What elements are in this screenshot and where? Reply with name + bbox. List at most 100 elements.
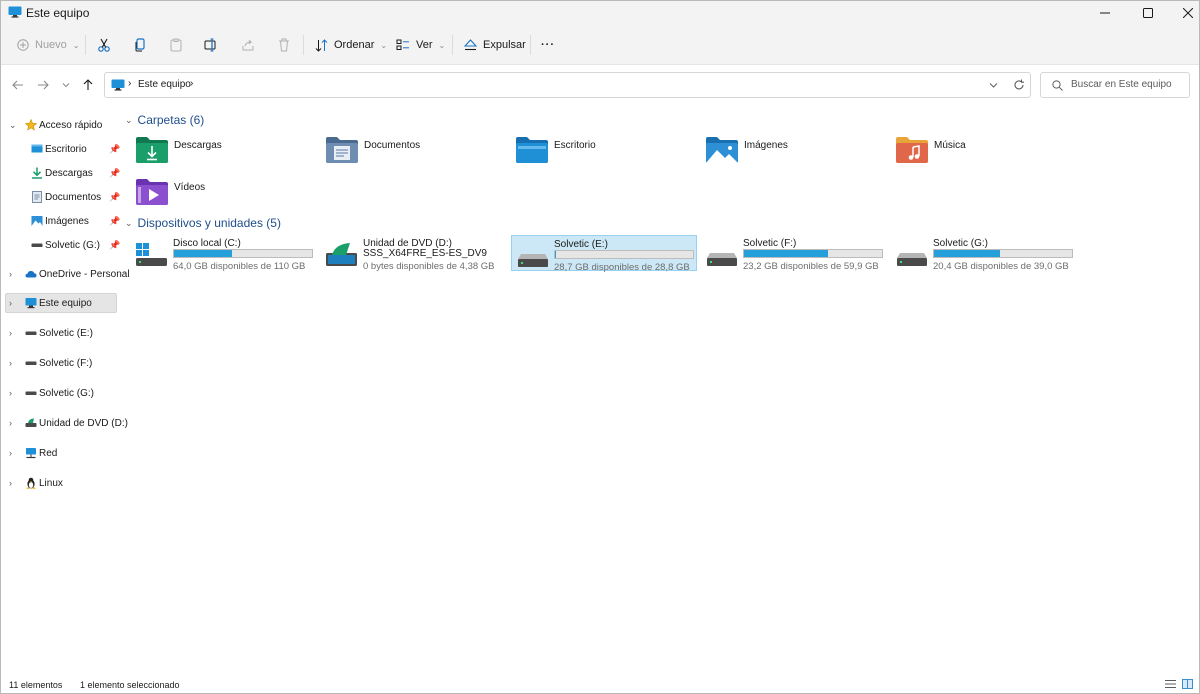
drive-usage-bar bbox=[933, 249, 1073, 258]
view-label: Ver bbox=[416, 39, 433, 51]
sidebar-item-label: Unidad de DVD (D:) bbox=[39, 417, 128, 429]
more-options-button[interactable]: ··· bbox=[541, 33, 555, 57]
divider bbox=[85, 35, 86, 55]
address-bar[interactable]: › Este equipo › bbox=[104, 72, 1031, 98]
desktop-folder-icon bbox=[516, 137, 548, 163]
sidebar-item-escritorio[interactable]: Escritorio 📌 bbox=[5, 139, 120, 159]
drive-f[interactable]: Solvetic (F:) 23,2 GB disponibles de 59,… bbox=[701, 235, 887, 272]
breadcrumb-separator-icon: › bbox=[128, 78, 132, 89]
explorer-window: Este equipo Nuevo ⌄ Ordenar ⌄ Ver ⌄ Expu… bbox=[0, 0, 1200, 694]
view-button[interactable]: Ver ⌄ bbox=[396, 33, 445, 57]
drive-free-space: 20,4 GB disponibles de 39,0 GB bbox=[933, 261, 1069, 272]
delete-button[interactable] bbox=[277, 33, 291, 57]
new-button[interactable]: Nuevo ⌄ bbox=[17, 33, 80, 57]
sidebar-item-solvetic-g-quick[interactable]: Solvetic (G:) 📌 bbox=[5, 235, 120, 255]
command-bar: Nuevo ⌄ Ordenar ⌄ Ver ⌄ Expulsar ··· bbox=[1, 25, 1199, 65]
sidebar-item-solvetic-g[interactable]: › Solvetic (G:) bbox=[5, 383, 117, 403]
rename-icon bbox=[204, 38, 216, 52]
breadcrumb-separator-icon[interactable]: › bbox=[190, 78, 193, 89]
folder-descargas[interactable]: Descargas bbox=[135, 135, 315, 173]
sidebar-item-label: OneDrive - Personal bbox=[39, 268, 130, 280]
minimize-icon bbox=[1100, 12, 1110, 14]
recent-locations-button[interactable] bbox=[57, 76, 75, 94]
drive-icon bbox=[31, 243, 43, 247]
up-button[interactable] bbox=[79, 76, 97, 94]
folder-musica[interactable]: Música bbox=[895, 135, 1075, 173]
chevron-down-icon bbox=[62, 83, 70, 88]
details-view-icon[interactable] bbox=[1165, 679, 1176, 689]
drive-g[interactable]: Solvetic (G:) 20,4 GB disponibles de 39,… bbox=[891, 235, 1077, 272]
minimize-button[interactable] bbox=[1086, 1, 1124, 25]
breadcrumb-segment[interactable]: Este equipo bbox=[138, 79, 191, 90]
sidebar-item-descargas[interactable]: Descargas 📌 bbox=[5, 163, 121, 183]
trash-icon bbox=[279, 38, 289, 52]
pictures-icon bbox=[31, 216, 43, 226]
folder-imagenes[interactable]: Imágenes bbox=[705, 135, 885, 173]
group-header-drives[interactable]: ⌄ Dispositivos y unidades (5) bbox=[125, 216, 281, 230]
group-header-folders[interactable]: ⌄ Carpetas (6) bbox=[125, 113, 204, 127]
downloads-folder-icon bbox=[136, 137, 168, 163]
navigation-pane: ⌄ Acceso rápido Escritorio 📌 Descargas 📌… bbox=[1, 105, 130, 675]
chevron-down-icon[interactable]: ⌄ bbox=[125, 115, 133, 126]
sidebar-item-linux[interactable]: › Linux bbox=[5, 473, 117, 493]
pin-icon: 📌 bbox=[109, 191, 121, 202]
close-button[interactable] bbox=[1169, 1, 1200, 25]
back-button[interactable] bbox=[9, 76, 27, 94]
tiles-view-icon[interactable] bbox=[1182, 679, 1193, 689]
chevron-down-icon: ⌄ bbox=[438, 40, 446, 50]
sidebar-item-solvetic-e[interactable]: › Solvetic (E:) bbox=[5, 323, 117, 343]
maximize-button[interactable] bbox=[1129, 1, 1167, 25]
eject-button[interactable]: Expulsar bbox=[464, 33, 526, 57]
window-title: Este equipo bbox=[26, 6, 90, 20]
sidebar-item-imagenes[interactable]: Imágenes 📌 bbox=[5, 211, 120, 231]
drive-e[interactable]: Solvetic (E:) 28,7 GB disponibles de 28,… bbox=[511, 235, 697, 273]
chevron-right-icon[interactable]: › bbox=[9, 269, 12, 279]
copy-button[interactable] bbox=[133, 33, 147, 57]
chevron-right-icon[interactable]: › bbox=[9, 298, 12, 308]
chevron-right-icon[interactable]: › bbox=[9, 388, 12, 398]
sidebar-item-onedrive[interactable]: › OneDrive - Personal bbox=[5, 264, 130, 284]
drive-free-space: 0 bytes disponibles de 4,38 GB bbox=[363, 261, 495, 272]
cut-button[interactable] bbox=[97, 33, 111, 57]
sidebar-item-dvd[interactable]: › Unidad de DVD (D:) bbox=[5, 413, 128, 433]
sidebar-item-red[interactable]: › Red bbox=[5, 443, 117, 463]
computer-icon bbox=[8, 6, 22, 18]
drive-free-space: 23,2 GB disponibles de 59,9 GB bbox=[743, 261, 879, 272]
chevron-right-icon[interactable]: › bbox=[9, 358, 12, 368]
pin-icon: 📌 bbox=[109, 167, 121, 178]
chevron-right-icon[interactable]: › bbox=[9, 478, 12, 488]
chevron-down-icon[interactable] bbox=[989, 82, 998, 89]
sidebar-item-solvetic-f[interactable]: › Solvetic (F:) bbox=[5, 353, 117, 373]
drive-usage-fill bbox=[934, 250, 1001, 257]
folder-escritorio[interactable]: Escritorio bbox=[515, 135, 695, 173]
share-button[interactable] bbox=[241, 33, 255, 57]
sidebar-item-quick-access[interactable]: ⌄ Acceso rápido bbox=[5, 115, 117, 135]
computer-icon bbox=[111, 79, 125, 91]
drive-name: Solvetic (F:) bbox=[743, 238, 797, 249]
paste-button[interactable] bbox=[169, 33, 183, 57]
divider bbox=[452, 35, 453, 55]
copy-icon bbox=[135, 38, 145, 52]
folder-videos[interactable]: Vídeos bbox=[135, 177, 315, 215]
chevron-down-icon[interactable]: ⌄ bbox=[125, 218, 133, 229]
rename-button[interactable] bbox=[204, 33, 218, 57]
item-count: 11 elementos bbox=[9, 680, 63, 690]
drive-d[interactable]: Unidad de DVD (D:) SSS_X64FRE_ES-ES_DV9 … bbox=[321, 235, 507, 272]
sidebar-item-documentos[interactable]: Documentos 📌 bbox=[5, 187, 121, 207]
chevron-right-icon[interactable]: › bbox=[9, 448, 12, 458]
sort-button[interactable]: Ordenar ⌄ bbox=[315, 33, 387, 57]
drive-c[interactable]: Disco local (C:) 64,0 GB disponibles de … bbox=[131, 235, 317, 272]
chevron-down-icon[interactable]: ⌄ bbox=[9, 120, 17, 131]
sidebar-item-este-equipo[interactable]: › Este equipo bbox=[5, 293, 117, 313]
forward-button[interactable] bbox=[34, 76, 52, 94]
chevron-right-icon[interactable]: › bbox=[9, 328, 12, 338]
sidebar-item-label: Linux bbox=[39, 477, 63, 489]
sidebar-item-label: Este equipo bbox=[39, 297, 92, 309]
chevron-right-icon[interactable]: › bbox=[9, 418, 12, 428]
drive-icon bbox=[25, 391, 37, 395]
refresh-icon[interactable] bbox=[1013, 79, 1025, 91]
chevron-down-icon: ⌄ bbox=[380, 40, 388, 50]
folder-documentos[interactable]: Documentos bbox=[325, 135, 505, 173]
maximize-icon bbox=[1143, 8, 1153, 18]
search-input[interactable]: Buscar en Este equipo bbox=[1040, 72, 1190, 98]
